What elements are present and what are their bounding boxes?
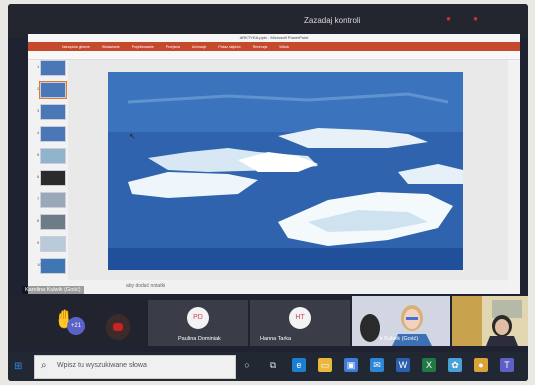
participant-name: Hanna Tarka — [260, 336, 292, 342]
file-explorer-icon[interactable]: ▭ — [318, 358, 332, 372]
iceberg-photo — [108, 72, 463, 270]
powerpoint-window: ARKTYKA.pptx - Microsoft PowerPoint Narz… — [28, 34, 520, 294]
windows-start-icon[interactable]: ⊞ — [14, 361, 22, 372]
cortana-icon[interactable]: ○ — [240, 358, 254, 372]
search-input[interactable]: ⌕ Wpisz tu wyszukiwane słowa — [34, 355, 236, 379]
tab-insert[interactable]: Wstawianie — [102, 45, 120, 49]
raised-hands-count: +21 — [67, 317, 85, 335]
request-control-button[interactable]: Zazadaj kontroli — [304, 16, 360, 25]
slide-thumbnail[interactable]: 2 — [37, 81, 67, 99]
participant-tile[interactable]: HT Hanna Tarka — [250, 300, 350, 346]
store-icon[interactable]: ▣ — [344, 358, 358, 372]
presenter-name-label: Karolina Kulwik (Gość) — [22, 286, 84, 294]
monitor-screen: Zazadaj kontroli ● ● ARKTYKA.pptx - Micr… — [8, 4, 528, 381]
record-icon — [113, 323, 123, 331]
photos-icon[interactable]: ✿ — [448, 358, 462, 372]
slide-image-icebergs — [108, 72, 463, 270]
slide-number: 4 — [37, 130, 40, 135]
participant-name: Paulina Dominiak — [178, 336, 221, 342]
slide-thumbnail[interactable]: 7 — [37, 192, 66, 208]
slide-number: 7 — [37, 196, 40, 201]
avatar: PD — [187, 307, 209, 329]
task-view-icon[interactable]: ⧉ — [266, 358, 280, 372]
search-icon: ⌕ — [41, 360, 47, 371]
word-icon[interactable]: W — [396, 358, 410, 372]
powerpoint-title: ARKTYKA.pptx - Microsoft PowerPoint — [28, 34, 520, 42]
camera-tile-participant[interactable] — [452, 296, 528, 346]
slide-number: 1 — [37, 64, 40, 69]
slide-thumbnail[interactable]: 3 — [37, 104, 66, 120]
edge-icon[interactable]: e — [292, 358, 306, 372]
slide-number: 6 — [37, 174, 40, 179]
slide-thumbnail[interactable]: 6 — [37, 170, 66, 186]
slide-thumbnail[interactable]: 4 — [37, 126, 66, 142]
ribbon-toolbar — [28, 51, 520, 60]
participants-strip: ✋ +21 PD Paulina Dominiak HT Hanna Tarka… — [8, 296, 528, 346]
slide-number: 5 — [37, 152, 40, 157]
slide-thumbnail[interactable]: 10 — [37, 258, 66, 274]
participant-tile[interactable]: PD Paulina Dominiak — [148, 300, 248, 346]
tab-design[interactable]: Projektowanie — [132, 45, 154, 49]
tab-view[interactable]: Widok — [279, 45, 289, 49]
notes-pane[interactable]: aby dodać notatki — [68, 280, 508, 292]
participant-name: k Kulwik (Gość) — [380, 336, 419, 342]
slide-number: 10 — [37, 262, 42, 267]
raised-hands-tile[interactable]: ✋ +21 — [54, 306, 104, 341]
excel-icon[interactable]: X — [422, 358, 436, 372]
chrome-icon[interactable]: ● — [474, 358, 488, 372]
slide-thumbnail-panel: 1 2 3 4 5 6 7 8 9 10 — [36, 60, 67, 280]
slide-number: 8 — [37, 218, 40, 223]
search-placeholder: Wpisz tu wyszukiwane słowa — [57, 362, 147, 369]
tab-home[interactable]: Narzędzia główne — [62, 45, 90, 49]
window-controls[interactable]: ● ● — [446, 14, 488, 23]
ribbon-tabs: Narzędzia główne Wstawianie Projektowani… — [28, 42, 520, 51]
mail-icon[interactable]: ✉ — [370, 358, 384, 372]
slide-number: 3 — [37, 108, 40, 113]
meeting-top-bar: Zazadaj kontroli ● ● — [8, 4, 528, 38]
camera-tile-presenter[interactable]: k Kulwik (Gość) — [352, 296, 450, 346]
tab-slideshow[interactable]: Pokaz slajdów — [218, 45, 240, 49]
slide-number: 2 — [37, 86, 40, 91]
slide-thumbnail[interactable]: 9 — [37, 236, 66, 252]
webcam-video — [452, 296, 528, 346]
windows-taskbar: ⊞ ⌕ Wpisz tu wyszukiwane słowa ○ ⧉ e ▭ ▣… — [8, 352, 528, 381]
notes-placeholder: aby dodać notatki — [126, 283, 166, 289]
mouse-cursor-icon: ↖ — [129, 132, 136, 141]
slide-thumbnail[interactable]: 8 — [37, 214, 66, 230]
slide-thumbnail[interactable]: 1 — [37, 60, 66, 76]
slide-thumbnail[interactable]: 5 — [37, 148, 66, 164]
slide-number: 9 — [37, 240, 40, 245]
tab-animations[interactable]: Animacje — [192, 45, 206, 49]
tab-transitions[interactable]: Przejścia — [166, 45, 180, 49]
teams-icon[interactable]: T — [500, 358, 514, 372]
avatar: HT — [289, 307, 311, 329]
tab-review[interactable]: Recenzja — [253, 45, 268, 49]
slide-canvas: ↖ — [68, 60, 508, 280]
recording-indicator — [106, 314, 130, 340]
